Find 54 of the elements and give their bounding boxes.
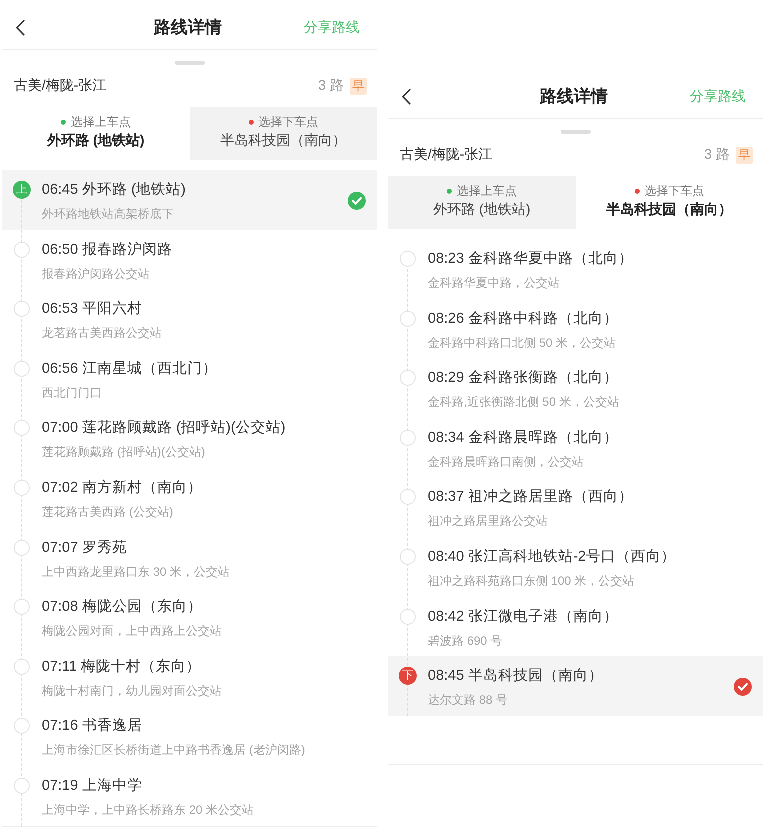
stop-marker-icon [14,658,30,675]
boarding-badge: 上 [13,181,31,199]
route-name: 古美/梅陇-张江 [400,146,494,164]
stop-marker-icon [14,540,30,556]
stop-row[interactable]: 07:02 南方新村（南向） 莲花路古美西路 (公交站) [2,468,377,528]
stop-row[interactable]: 下 08:45 半岛科技园（南向） 达尔文路 88 号 [388,656,763,716]
period-badge: 早 [350,78,367,94]
stop-row[interactable]: 08:34 金科路晨晖路（北向） 金科路晨晖路口南侧，公交站 [388,418,763,478]
stop-marker-icon [14,778,30,794]
stop-marker-icon [400,310,416,327]
alighting-badge: 下 [399,667,417,686]
stop-row[interactable]: 07:16 书香逸居 上海市徐汇区长桥街道上中路书香逸居 (老沪闵路) [2,706,377,766]
stop-row[interactable]: 07:19 上海中学 上海中学，上中路长桥路东 20 米公交站 [2,766,377,826]
stop-row[interactable]: 07:08 梅陇公园（东向） 梅陇公园对面，上中西路上公交站 [2,587,377,647]
stop-marker-icon [400,489,416,506]
stop-row[interactable]: 08:29 金科路张衡路（北向） 金科路,近张衡路北侧 50 米，公交站 [388,358,763,418]
stop-row[interactable]: 08:37 祖冲之路居里路（西向） 祖冲之路居里路公交站 [388,477,763,537]
stop-marker-icon [400,548,416,565]
stop-tab[interactable]: 选择上车点 外环路 (地铁站) [388,176,576,229]
check-icon [734,678,752,696]
stop-marker-icon [14,360,30,377]
back-icon[interactable] [402,88,411,104]
stop-row[interactable]: 08:26 金科路中科路（北向） 金科路中科路口北侧 50 米，公交站 [388,298,763,358]
route-number: 3 路 [704,146,730,164]
page-title: 路线详情 [540,86,608,108]
stop-marker-icon [14,242,30,258]
check-icon [348,192,366,210]
route-name: 古美/梅陇-张江 [14,77,108,95]
stop-tab[interactable]: 选择下车点 半岛科技园（南向） [190,107,377,160]
stop-marker-icon [14,420,30,436]
stop-row[interactable]: 08:40 张江高科地铁站-2号口（西向） 祖冲之路科苑路口东侧 100 米，公交站 [388,536,763,597]
stop-row[interactable]: 06:53 平阳六村 龙茗路古美西路公交站 [2,289,377,349]
route-number: 3 路 [318,77,344,95]
stop-row[interactable]: 07:07 罗秀苑 上中西路龙里路口东 30 米，公交站 [2,528,377,588]
stop-row[interactable]: 上 06:45 外环路 (地铁站) 外环路地铁站高架桥底下 [2,170,377,230]
drag-handle[interactable] [560,130,590,134]
stop-marker-icon [400,370,416,386]
stop-marker-icon [14,301,30,318]
stop-marker-icon [400,608,416,625]
stop-row[interactable]: 07:00 莲花路顾戴路 (招呼站)(公交站) 莲花路顾戴路 (招呼站)(公交站) [2,408,377,468]
stop-row[interactable]: 08:23 金科路华夏中路（北向） 金科路华夏中路，公交站 [388,239,763,299]
stop-row[interactable]: 06:56 江南星城（西北门） 西北门门口 [2,348,377,408]
stop-marker-icon [400,251,416,267]
period-badge: 早 [736,146,753,164]
drag-handle[interactable] [174,61,204,65]
stop-row[interactable]: 08:42 张江微电子港（南向） 碧波路 690 号 [388,596,763,656]
stop-marker-icon [14,480,30,496]
stop-marker-icon [14,599,30,616]
stop-marker-icon [400,430,416,446]
page-title: 路线详情 [154,17,222,39]
stop-row[interactable]: 07:11 梅陇十村（东向） 梅陇十村南门，幼儿园对面公交站 [2,646,377,706]
stop-marker-icon [14,718,30,734]
back-icon[interactable] [16,20,25,36]
stop-row[interactable]: 06:50 报春路沪闵路 报春路沪闵路公交站 [2,230,377,290]
